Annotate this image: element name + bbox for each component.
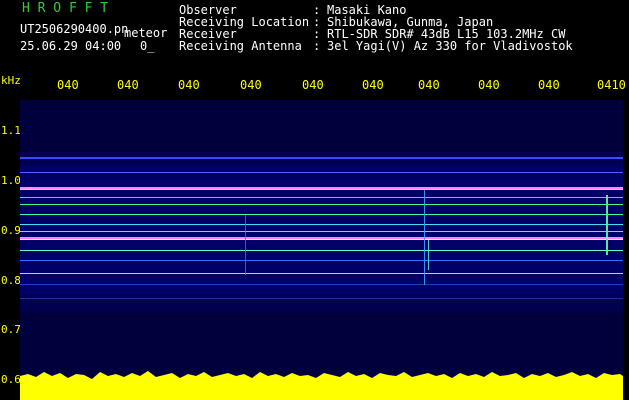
x-tick-label: 040 [117,78,139,92]
x-tick-label: 0410 [597,78,626,92]
carrier-line [20,197,623,198]
carrier-line [20,231,623,232]
carrier-line [20,157,623,159]
noise-band-core [20,165,623,295]
x-tick-label: 040 [178,78,200,92]
y-axis-unit: kHz [1,74,21,87]
y-tick-label: 0.8 [1,274,21,287]
streak [428,240,429,270]
date-time: 25.06.29 04:00 [20,39,122,53]
x-tick-label: 040 [538,78,560,92]
y-tick-label: 1.0 [1,174,21,187]
y-tick-label: 0.9 [1,224,21,237]
carrier-line [20,284,623,285]
carrier-line [20,187,623,189]
streak [424,190,425,285]
info-sep: : [313,39,321,53]
info-label-antenna: Receiving Antenna [179,39,302,53]
carrier-line [20,260,623,261]
carrier-line [20,172,623,173]
x-tick-label: 040 [57,78,79,92]
x-tick-label: 040 [362,78,384,92]
y-tick-label: 0.7 [1,323,21,336]
carrier-line [20,273,623,274]
x-tick-label: 040 [240,78,262,92]
streak [606,195,608,255]
x-tick-label: 040 [418,78,440,92]
carrier-line [20,239,623,240]
y-tick-label: 0.6 [1,373,21,386]
meteor-count: 0_ [140,39,155,53]
x-tick-label: 040 [478,78,500,92]
carrier-line [20,237,623,239]
brand-title: H R O F F T [22,1,109,16]
carrier-line [20,189,623,190]
carrier-line [20,250,623,251]
info-value-antenna: 3el Yagi(V) Az 330 for Vladivostok [327,39,573,53]
carrier-line [20,224,623,225]
streak [245,215,246,275]
spectrogram [20,100,623,400]
y-tick-label: 1.1 [1,124,21,137]
file-name: UT2506290400.pn [20,22,129,36]
carrier-line [20,298,623,299]
carrier-line [20,214,623,215]
carrier-line [20,204,623,205]
x-tick-label: 040 [302,78,324,92]
